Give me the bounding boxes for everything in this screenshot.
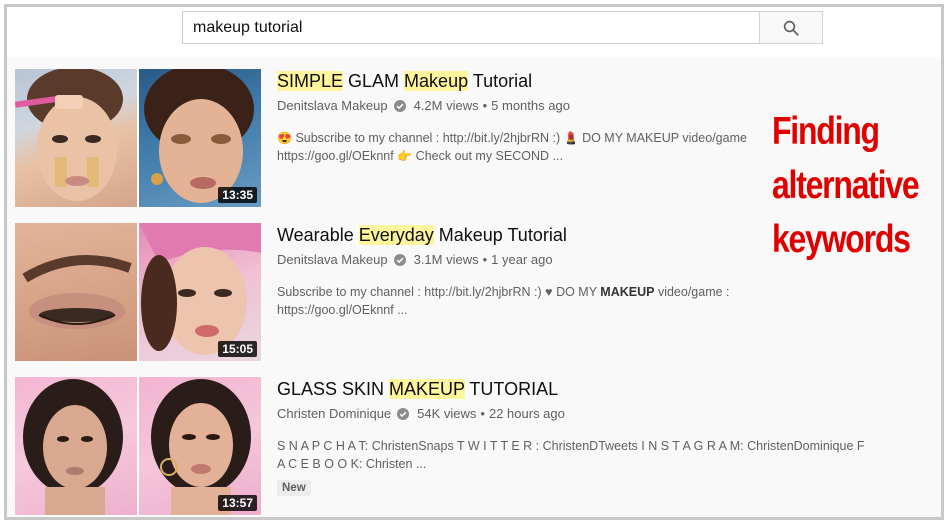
title-segment: Makeup — [404, 71, 469, 91]
channel-name[interactable]: Denitslava Makeup — [277, 252, 388, 268]
title-segment: SIMPLE — [277, 71, 344, 91]
title-segment: Wearable — [277, 225, 359, 245]
pointing-emoji-icon: 👉 — [397, 149, 413, 163]
meta-separator: • — [482, 98, 488, 113]
new-badge: New — [277, 480, 311, 496]
description-text: A C E B O O K: Christen ... — [277, 457, 427, 471]
upload-age: 5 months ago — [491, 98, 570, 113]
annotation-overlay: Finding alternative keywords — [772, 105, 920, 267]
description-bold-text: MAKEUP — [600, 285, 655, 299]
annotation-line: Finding — [772, 110, 880, 153]
description-text: https://goo.gl/OEknnf ... — [277, 303, 408, 317]
description-text: Check out my SECOND ... — [415, 149, 563, 163]
channel-name[interactable]: Christen Dominique — [277, 406, 391, 422]
title-segment: Makeup Tutorial — [433, 225, 567, 245]
video-description: 😍 Subscribe to my channel : http://bit.l… — [277, 129, 767, 165]
description-text: Subscribe to my channel : http://bit.ly/… — [295, 131, 561, 145]
heart-eyes-emoji-icon: 😍 — [277, 131, 292, 145]
search-input[interactable] — [182, 11, 759, 44]
video-meta: Denitslava Makeup 4.2M views • 5 months … — [277, 98, 767, 114]
view-count: 3.1M views — [413, 252, 479, 267]
upload-age: 1 year ago — [491, 252, 553, 267]
video-description: S N A P C H A T: ChristenSnaps T W I T T… — [277, 437, 877, 473]
description-text: video/game : — [657, 285, 730, 299]
search-icon — [783, 20, 799, 36]
view-count: 54K views — [417, 406, 477, 421]
lipstick-emoji-icon: 💄 — [563, 131, 579, 145]
upload-age: 22 hours ago — [488, 406, 565, 421]
thumbnail-image — [15, 69, 123, 201]
video-info: Wearable Everyday Makeup Tutorial Denits… — [277, 223, 767, 319]
video-meta: Christen Dominique 54K views • 22 hours … — [277, 406, 767, 422]
thumbnail-image — [22, 255, 132, 329]
video-info: GLASS SKIN MAKEUP TUTORIAL Christen Domi… — [277, 377, 865, 496]
duration-badge: 15:05 — [218, 341, 257, 357]
description-text: https://goo.gl/OEknnf — [277, 149, 394, 163]
description-text: DO MY MAKEUP video/game — [582, 131, 747, 145]
meta-separator: • — [482, 252, 488, 267]
video-description: Subscribe to my channel : http://bit.ly/… — [277, 283, 767, 319]
annotation-line: alternative — [772, 164, 920, 207]
title-segment: TUTORIAL — [464, 379, 559, 399]
search-button[interactable] — [759, 11, 823, 44]
channel-name[interactable]: Denitslava Makeup — [277, 98, 388, 114]
meta-separator: • — [480, 406, 485, 421]
video-thumbnail[interactable]: 15:05 — [15, 223, 261, 361]
title-segment: GLAM — [343, 71, 405, 91]
video-title[interactable]: GLASS SKIN MAKEUP TUTORIAL — [277, 377, 767, 401]
title-segment: GLASS SKIN — [277, 379, 390, 399]
screenshot-frame: 13:35 SIMPLE GLAM Makeup Tutorial Denits… — [4, 4, 944, 520]
title-segment: MAKEUP — [389, 379, 465, 399]
video-info: SIMPLE GLAM Makeup Tutorial Denitslava M… — [277, 69, 767, 165]
annotation-line: keywords — [772, 218, 911, 261]
title-segment: Everyday — [358, 225, 434, 245]
video-meta: Denitslava Makeup 3.1M views • 1 year ag… — [277, 252, 767, 268]
title-segment: Tutorial — [468, 71, 533, 91]
duration-badge: 13:35 — [218, 187, 257, 203]
description-text: S N A P C H A T: ChristenSnaps T W I T T… — [277, 439, 865, 453]
search-bar — [7, 7, 941, 57]
verified-check-icon — [393, 100, 406, 112]
thumbnail-image — [23, 379, 123, 515]
description-text: Subscribe to my channel : http://bit.ly/… — [277, 285, 597, 299]
video-title[interactable]: Wearable Everyday Makeup Tutorial — [277, 223, 767, 247]
video-thumbnail[interactable]: 13:35 — [15, 69, 261, 207]
verified-check-icon — [397, 408, 410, 420]
video-thumbnail[interactable]: 13:57 — [15, 377, 261, 515]
view-count: 4.2M views — [413, 98, 479, 113]
video-title[interactable]: SIMPLE GLAM Makeup Tutorial — [277, 69, 767, 93]
video-result[interactable]: 13:57 GLASS SKIN MAKEUP TUTORIAL Christe… — [15, 377, 935, 515]
duration-badge: 13:57 — [218, 495, 257, 511]
verified-check-icon — [393, 254, 406, 266]
